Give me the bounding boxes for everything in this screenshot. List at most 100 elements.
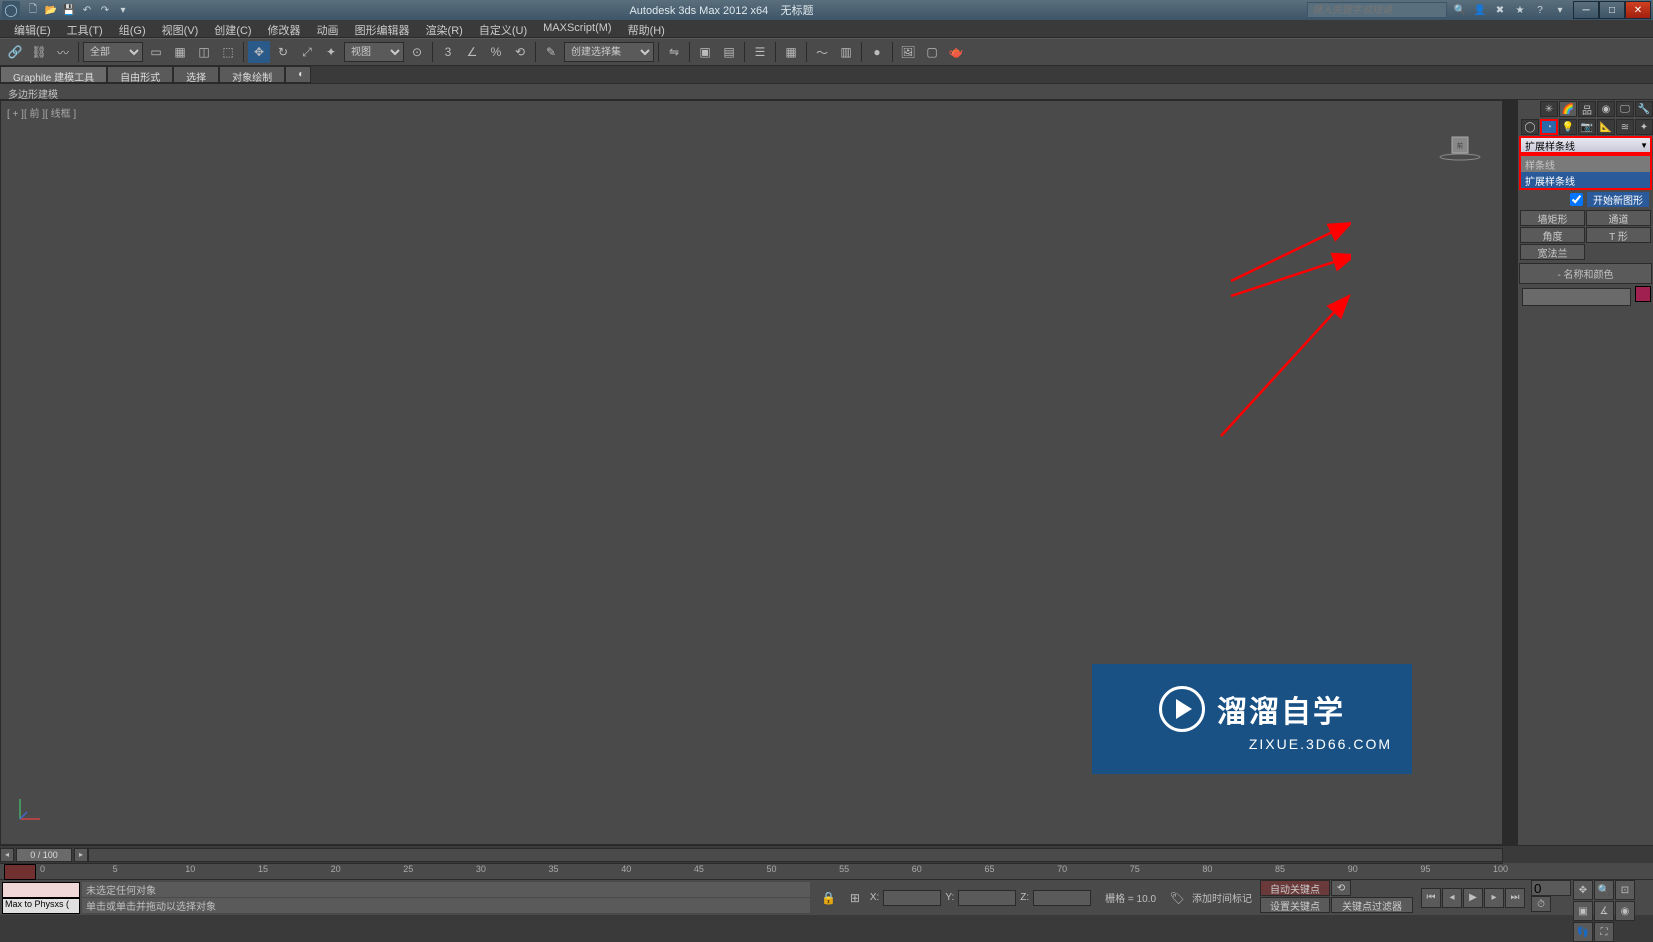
unlink-icon[interactable]: ⛓ [28, 41, 50, 63]
ribbon-tab-selection[interactable]: 选择 [173, 66, 219, 83]
named-selection-combo[interactable]: 创建选择集 [564, 42, 654, 62]
dropdown-icon[interactable]: ▾ [1553, 3, 1567, 17]
shape-subcategory-dropdown[interactable]: 扩展样条线 [1519, 136, 1652, 154]
render-icon[interactable]: 🫖 [945, 41, 967, 63]
key-filters-button[interactable]: 关键点过滤器 [1331, 897, 1413, 913]
minimize-button[interactable]: ─ [1573, 1, 1599, 19]
macro-recorder[interactable] [2, 882, 80, 898]
menu-views[interactable]: 视图(V) [156, 20, 205, 37]
tab-display-icon[interactable]: 🖵 [1616, 101, 1634, 117]
maximize-button[interactable]: □ [1599, 1, 1625, 19]
select-icon[interactable]: ▭ [145, 41, 167, 63]
select-move-icon[interactable]: ✥ [248, 41, 270, 63]
list-item-extsplines[interactable]: 扩展样条线 [1521, 172, 1650, 188]
select-region-icon[interactable]: ◫ [193, 41, 215, 63]
cat-spacewarps-icon[interactable]: ≋ [1616, 119, 1634, 135]
rollout-name-color[interactable]: - 名称和颜色 [1519, 263, 1652, 284]
menu-maxscript[interactable]: MAXScript(M) [537, 20, 617, 37]
help-icon[interactable]: ? [1533, 3, 1547, 17]
add-time-tag[interactable]: 添加时间标记 [1192, 890, 1252, 905]
lock-selection-icon[interactable]: 🔒 [818, 887, 840, 909]
tab-create-icon[interactable]: ✳ [1540, 101, 1558, 117]
shape-subcategory-list[interactable]: 样条线 扩展样条线 [1519, 154, 1652, 190]
spinner-snap-icon[interactable]: ⟲ [509, 41, 531, 63]
cat-shapes-icon[interactable]: ◔ [1540, 119, 1558, 135]
zoom-extents-icon[interactable]: ▣ [1573, 901, 1593, 921]
menu-create[interactable]: 创建(C) [208, 20, 257, 37]
timeline-ruler[interactable]: 0510152025303540455055606570758085909510… [0, 863, 1503, 879]
tab-modify-icon[interactable]: 🌈 [1559, 101, 1577, 117]
zoom-all-icon[interactable]: ⊡ [1615, 880, 1635, 900]
zoom-icon[interactable]: 🔍 [1594, 880, 1614, 900]
cat-systems-icon[interactable]: ✦ [1635, 119, 1653, 135]
menu-edit[interactable]: 编辑(E) [8, 20, 57, 37]
close-button[interactable]: ✕ [1625, 1, 1651, 19]
menu-rendering[interactable]: 渲染(R) [420, 20, 469, 37]
cat-helpers-icon[interactable]: 📐 [1597, 119, 1615, 135]
max-toggle-icon[interactable]: ⛶ [1594, 922, 1614, 942]
viewport-scrollbar-v[interactable] [1503, 100, 1517, 845]
autokey-button[interactable]: 自动关键点 [1260, 880, 1330, 896]
search-input[interactable] [1307, 2, 1447, 18]
window-crossing-icon[interactable]: ⬚ [217, 41, 239, 63]
coord-x-input[interactable] [883, 890, 941, 906]
pan-icon[interactable]: ✥ [1573, 880, 1593, 900]
ref-coord-combo[interactable]: 视图 [344, 42, 404, 62]
viewcube-icon[interactable]: 前 [1430, 131, 1490, 161]
percent-snap-icon[interactable]: % [485, 41, 507, 63]
menu-help[interactable]: 帮助(H) [622, 20, 671, 37]
ribbon-tab-freeform[interactable]: 自由形式 [107, 66, 173, 83]
exchange-icon[interactable]: ✖ [1493, 3, 1507, 17]
angle-snap-icon[interactable]: ∠ [461, 41, 483, 63]
cat-geometry-icon[interactable]: ◯ [1521, 119, 1539, 135]
new-icon[interactable]: 🗋 [26, 3, 40, 17]
select-rotate-icon[interactable]: ↻ [272, 41, 294, 63]
walkthrough-icon[interactable]: 👣 [1573, 922, 1593, 942]
layer-manager-icon[interactable]: ☰ [749, 41, 771, 63]
object-name-input[interactable] [1522, 288, 1631, 306]
coord-y-input[interactable] [958, 890, 1016, 906]
viewport-label[interactable]: [ + ][ 前 ][ 线框 ] [7, 105, 76, 120]
favorite-icon[interactable]: ★ [1513, 3, 1527, 17]
tab-hierarchy-icon[interactable]: 品 [1578, 101, 1596, 117]
redo-icon[interactable]: ↷ [98, 3, 112, 17]
coord-z-input[interactable] [1033, 890, 1091, 906]
cat-cameras-icon[interactable]: 📷 [1578, 119, 1596, 135]
render-frame-icon[interactable]: ▢ [921, 41, 943, 63]
time-config-icon[interactable]: ⏱ [1531, 896, 1551, 912]
timetag-icon[interactable]: 🏷 [1166, 887, 1188, 909]
cat-lights-icon[interactable]: 💡 [1559, 119, 1577, 135]
viewport-front[interactable]: [ + ][ 前 ][ 线框 ] 前 溜溜自学 ZIXUE.3D66.COM [0, 100, 1503, 845]
schematic-view-icon[interactable]: ▥ [835, 41, 857, 63]
save-icon[interactable]: 💾 [62, 3, 76, 17]
fov-icon[interactable]: ∡ [1594, 901, 1614, 921]
ribbon-expand-icon[interactable]: ◐ [285, 66, 311, 83]
tab-utilities-icon[interactable]: 🔧 [1635, 101, 1653, 117]
curve-editor-icon[interactable]: 〜 [811, 41, 833, 63]
selection-filter-combo[interactable]: 全部 [83, 42, 143, 62]
mini-listener[interactable]: Max to Physxs ( [2, 898, 80, 914]
play-icon[interactable]: ▶ [1463, 888, 1483, 908]
list-item-splines[interactable]: 样条线 [1521, 156, 1650, 172]
obj-wrectangle[interactable]: 墙矩形 [1520, 210, 1585, 226]
search-icon[interactable]: 🔍 [1453, 3, 1467, 17]
ribbon-tab-objectpaint[interactable]: 对象绘制 [219, 66, 285, 83]
menu-tools[interactable]: 工具(T) [61, 20, 109, 37]
mirror-icon[interactable]: ⇋ [663, 41, 685, 63]
align-icon[interactable]: ▣ [694, 41, 716, 63]
transform-mode-icon[interactable]: ⊞ [844, 887, 866, 909]
obj-channel[interactable]: 通道 [1586, 210, 1651, 226]
tab-motion-icon[interactable]: ◉ [1597, 101, 1615, 117]
menu-modifiers[interactable]: 修改器 [262, 20, 307, 37]
current-frame-input[interactable] [1531, 880, 1571, 896]
start-new-shape-checkbox[interactable] [1570, 193, 1583, 206]
menu-customize[interactable]: 自定义(U) [473, 20, 533, 37]
goto-start-icon[interactable]: ⏮ [1421, 888, 1441, 908]
named-selset-edit-icon[interactable]: ✎ [540, 41, 562, 63]
prev-frame-icon[interactable]: ◂ [1442, 888, 1462, 908]
goto-end-icon[interactable]: ⏭ [1505, 888, 1525, 908]
obj-angle[interactable]: 角度 [1520, 227, 1585, 243]
snap-toggle-icon[interactable]: 3 [437, 41, 459, 63]
menu-group[interactable]: 组(G) [113, 20, 152, 37]
select-by-name-icon[interactable]: ▦ [169, 41, 191, 63]
